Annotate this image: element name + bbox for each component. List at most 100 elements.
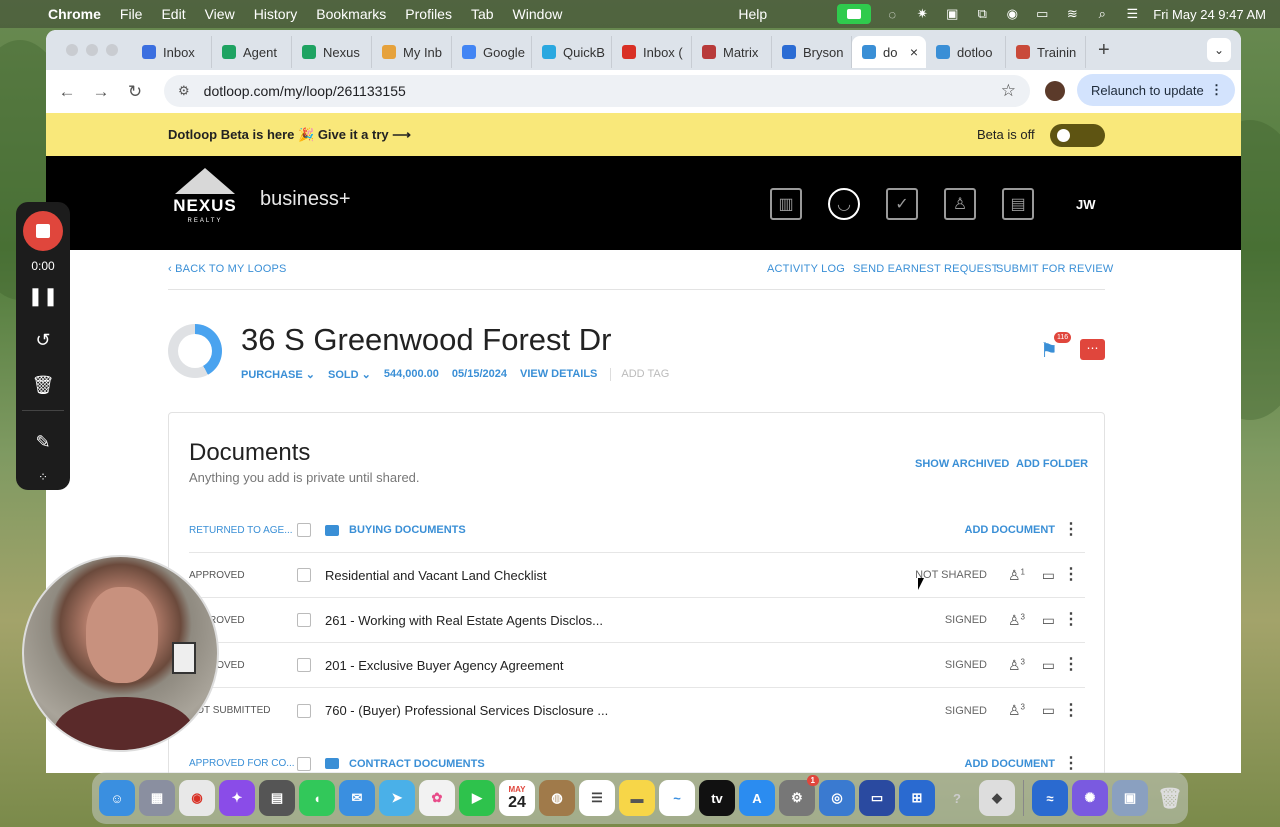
folder-name[interactable]: CONTRACT DOCUMENTS	[349, 758, 485, 770]
document-row[interactable]: APPROVED Residential and Vacant Land Che…	[189, 553, 1085, 598]
loops-icon[interactable]: ◡	[828, 188, 860, 220]
document-name[interactable]: 760 - (Buyer) Professional Services Disc…	[325, 703, 608, 718]
tab-11[interactable]: Trainin	[1006, 36, 1086, 68]
flower-app-icon[interactable]: ✺	[1072, 780, 1108, 816]
view-details-link[interactable]: VIEW DETAILS	[520, 368, 597, 381]
document-checkbox[interactable]	[297, 568, 311, 582]
document-more-icon[interactable]: ⋮	[1063, 657, 1079, 673]
templates-icon[interactable]: ▤	[1002, 188, 1034, 220]
messenger-icon[interactable]: ✦	[219, 780, 255, 816]
folder-more-icon[interactable]: ⋮	[1063, 522, 1079, 538]
folder-stack-icon[interactable]: ▣	[1112, 780, 1148, 816]
windows-status-icon[interactable]: ⧉	[973, 6, 991, 22]
comment-icon[interactable]: ▭	[1042, 702, 1055, 719]
participants-icon[interactable]: ♙1	[1008, 567, 1025, 584]
menu-edit[interactable]: Edit	[161, 6, 185, 22]
mail-icon[interactable]: ✉	[339, 780, 375, 816]
tab-9[interactable]: do ×	[852, 36, 926, 68]
send-earnest-link[interactable]: SEND EARNEST REQUEST	[853, 263, 999, 275]
submit-review-link[interactable]: SUBMIT FOR REVIEW	[996, 263, 1113, 275]
participants-icon[interactable]: ♙3	[1008, 612, 1025, 629]
loop-status-icon[interactable]: ◌	[883, 6, 901, 22]
menu-tab[interactable]: Tab	[471, 6, 494, 22]
loop-type-dropdown[interactable]: PURCHASE ⌄	[241, 368, 315, 381]
reload-icon[interactable]: ↻	[118, 82, 152, 102]
forward-arrow-icon[interactable]: →	[84, 82, 118, 102]
webcam-bubble[interactable]	[22, 555, 219, 752]
participants-icon[interactable]: ♙3	[1008, 702, 1025, 719]
launchpad-icon[interactable]: ▦	[139, 780, 175, 816]
folder-checkbox[interactable]	[297, 523, 311, 537]
tab-6[interactable]: Inbox (	[612, 36, 692, 68]
tab-5[interactable]: QuickB	[532, 36, 612, 68]
document-checkbox[interactable]	[297, 703, 311, 718]
back-arrow-icon[interactable]: ←	[50, 82, 84, 102]
document-checkbox[interactable]	[297, 658, 311, 672]
beta-message[interactable]: Dotloop Beta is here 🎉 Give it a try ⟶	[168, 127, 411, 143]
relaunch-button[interactable]: Relaunch to update ⋮	[1077, 74, 1235, 106]
document-more-icon[interactable]: ⋮	[1063, 702, 1079, 719]
document-row[interactable]: NOT SUBMITTED 760 - (Buyer) Professional…	[189, 688, 1085, 733]
folder-row[interactable]: RETURNED TO AGE... BUYING DOCUMENTS ADD …	[189, 508, 1085, 553]
window-controls[interactable]	[66, 44, 118, 56]
menu-history[interactable]: History	[254, 6, 298, 22]
menu-window[interactable]: Window	[513, 6, 563, 22]
apple-icon[interactable]	[18, 5, 36, 23]
facetime-icon[interactable]: ▶	[459, 780, 495, 816]
contacts-app-icon[interactable]: ◍	[539, 780, 575, 816]
document-row[interactable]: APPROVED 201 - Exclusive Buyer Agency Ag…	[189, 643, 1085, 688]
document-more-icon[interactable]: ⋮	[1063, 612, 1079, 628]
trash-icon[interactable]: 🗑	[16, 375, 70, 396]
comment-icon[interactable]: ▭	[1042, 657, 1055, 674]
back-to-loops-link[interactable]: ‹ BACK TO MY LOOPS	[168, 263, 287, 275]
freeform-icon[interactable]: ~	[659, 780, 695, 816]
document-name[interactable]: 261 - Working with Real Estate Agents Di…	[325, 613, 603, 628]
new-tab-button[interactable]: +	[1098, 39, 1110, 62]
tab-8[interactable]: Bryson	[772, 36, 852, 68]
menu-file[interactable]: File	[120, 6, 143, 22]
profile-avatar[interactable]	[1045, 81, 1065, 101]
search-icon[interactable]: ⌕	[1093, 6, 1111, 22]
maps-icon[interactable]: ➤	[379, 780, 415, 816]
tab-10[interactable]: dotloo	[926, 36, 1006, 68]
gear-status-icon[interactable]: ✷	[913, 6, 931, 22]
tab-7[interactable]: Matrix	[692, 36, 772, 68]
document-checkbox[interactable]	[297, 613, 311, 627]
loop-price[interactable]: 544,000.00	[384, 368, 439, 381]
facetime-status-icon[interactable]	[837, 4, 872, 24]
downloads-icon[interactable]: ≈	[1032, 780, 1068, 816]
help-icon[interactable]: ?	[939, 780, 975, 816]
chrome-menu-icon[interactable]: ⋮	[1210, 82, 1223, 98]
trash-bin-icon[interactable]: 🗑	[1152, 780, 1188, 816]
text-status-icon[interactable]: ▣	[943, 6, 961, 22]
menu-bookmarks[interactable]: Bookmarks	[316, 6, 386, 22]
folder-name[interactable]: BUYING DOCUMENTS	[349, 524, 466, 536]
contacts-icon[interactable]: ♙	[944, 188, 976, 220]
add-document-link[interactable]: ADD DOCUMENT	[965, 524, 1055, 536]
loop-date[interactable]: 05/15/2024	[452, 368, 507, 381]
add-document-link[interactable]: ADD DOCUMENT	[965, 758, 1055, 770]
document-row[interactable]: APPROVED 261 - Working with Real Estate …	[189, 598, 1085, 643]
omnibox[interactable]: ⚙ dotloop.com/my/loop/261133155 ☆	[164, 75, 1030, 107]
tab-search-button[interactable]: ⌄	[1207, 38, 1231, 62]
tab-1[interactable]: Agent	[212, 36, 292, 68]
reminders-icon[interactable]: ☰	[579, 780, 615, 816]
control-center-icon[interactable]: ☰	[1123, 6, 1141, 22]
wifi-icon[interactable]: ≋	[1063, 6, 1081, 22]
tab-0[interactable]: Inbox	[132, 36, 212, 68]
printer-icon[interactable]: ▭	[859, 780, 895, 816]
folder-filter-dropdown[interactable]: APPROVED FOR CO...	[189, 758, 297, 769]
add-tag-input[interactable]: ADD TAG	[610, 368, 669, 381]
user-initials[interactable]: JW	[1076, 197, 1096, 212]
comment-icon[interactable]: ▭	[1042, 612, 1055, 629]
nexus-realty-logo[interactable]: NEXUS REALTY	[170, 166, 240, 234]
close-tab-icon[interactable]: ×	[910, 44, 918, 60]
folder-filter-dropdown[interactable]: RETURNED TO AGE...	[189, 525, 297, 536]
user-status-icon[interactable]: ◉	[1003, 6, 1021, 22]
calculator-icon[interactable]: ▤	[259, 780, 295, 816]
calendar-icon[interactable]: MAY 24	[499, 780, 535, 816]
finder-icon[interactable]: ☺	[99, 780, 135, 816]
document-name[interactable]: 201 - Exclusive Buyer Agency Agreement	[325, 658, 563, 673]
battery-icon[interactable]: ▭	[1033, 6, 1051, 22]
tasks-icon[interactable]: ✓	[886, 188, 918, 220]
